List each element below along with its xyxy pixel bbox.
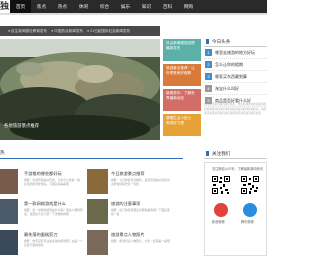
article-summary: 摘要：今日旅游景点推荐，最近有很多好玩的景点非常值得去玩一玩的 [111, 178, 170, 187]
article-summary: 摘要：旅游景点人物照片，大家一起来看一看吧 [111, 239, 170, 243]
thumb-card[interactable]: 健康生活小贴士： 养成好习惯 [163, 114, 201, 136]
site-logo[interactable]: 独 [0, 0, 10, 13]
news-item[interactable]: 2 怎么让你的假期 [204, 59, 267, 71]
article-thumb [0, 230, 18, 255]
rank-badge: 2 [205, 61, 212, 68]
article-thumb [87, 230, 108, 255]
nav-item-entertainment[interactable]: 娱乐 [115, 0, 136, 13]
nav-item-focus[interactable]: 焦点 [31, 0, 52, 13]
breadcrumb: ● 民生新闻报社教育发布 ● 中国热点新闻发布 ● 21日起国际社会新闻发布 [0, 26, 160, 36]
article-card[interactable]: 今日旅游景点推荐 摘要：今日旅游景点推荐，最近有很多好玩的景点非常值得去玩一玩的 [87, 169, 173, 197]
weibo-icon[interactable] [214, 203, 228, 217]
hero-title[interactable]: 各地旅游景点推荐 [4, 123, 39, 129]
article-card[interactable]: 手游推的哪些都好玩 摘要：手游有很多好玩的，大家可以去看一看，好玩的游戏非常多，… [0, 169, 86, 197]
section-mark [206, 39, 209, 44]
qr-code-icon [240, 175, 260, 195]
follow-text: 关注微信公众号，了解最新新闻资讯 [212, 167, 263, 171]
nav-item-hot[interactable]: 热点 [52, 0, 73, 13]
article-title[interactable]: 今日旅游景点推荐 [111, 171, 145, 177]
weibo-label[interactable]: 新浪微博 [212, 219, 225, 224]
side-thumbnails: 热点新闻精彩回顾 最新发布 旅游景点推荐：让 你享受美好假期 新闻资讯：了解世 … [163, 39, 201, 139]
article-summary: 摘要：你有没有玩过最失落的游戏呢？这是一个比较不错的游戏 [24, 239, 83, 248]
news-item-text: 怎么让你的假期 [215, 61, 243, 67]
thumb-card[interactable]: 旅游景点推荐：让 你享受美好假期 [163, 64, 201, 86]
header-divider [0, 13, 267, 15]
news-title-text: 今日头条 [212, 39, 231, 44]
nav-item-shopping[interactable]: 网购 [178, 0, 199, 13]
hero-image[interactable]: 各地旅游景点推荐 [0, 39, 160, 140]
rank-badge: 4 [205, 85, 212, 92]
qq-weibo-label[interactable]: 腾讯微博 [241, 219, 254, 224]
article-card[interactable]: 旅游景点人物照片 摘要：旅游景点人物照片，大家一起来看一看吧 [87, 230, 173, 258]
article-summary: 摘要：手游有很多好玩的，大家可以去看一看，好玩的游戏非常多，下面就来看看吧 [24, 178, 83, 187]
nav-item-home[interactable]: 首页 [10, 0, 31, 13]
section-divider [0, 158, 183, 159]
news-item[interactable]: 3 哪家买东西最划算 [204, 71, 267, 83]
tencent-weibo-icon[interactable] [243, 203, 257, 217]
main-nav: 首页 焦点 热点 休闲 综合 娱乐 知识 百科 网购 [10, 0, 267, 13]
article-title[interactable]: 旅游的注意事项 [111, 201, 140, 207]
article-card[interactable]: 旅游的注意事项 摘要：出门旅游需要注意哪些事情呢？下面就来看一看 [87, 199, 173, 227]
news-item[interactable]: 1 哪里去旅游的地方好玩 [204, 47, 267, 59]
section-mark [206, 151, 209, 156]
news-item-text: 哪里去旅游的地方好玩 [215, 49, 255, 55]
qr-code-icon [211, 175, 231, 195]
follow-title: 关注我们 [204, 149, 267, 159]
nav-item-knowledge[interactable]: 知识 [136, 0, 157, 13]
article-thumb [87, 199, 108, 224]
nav-item-leisure[interactable]: 休闲 [73, 0, 94, 13]
thumb-card[interactable]: 热点新闻精彩回顾 最新发布 [163, 39, 201, 61]
news-summary: 新闻资讯资讯资讯资讯资讯，热点新闻新闻新闻新闻新闻新闻新闻新闻新闻新闻新闻新闻新… [204, 103, 267, 115]
rank-badge: 3 [205, 73, 212, 80]
breadcrumb-item[interactable]: ● 中国热点新闻发布 [51, 26, 83, 36]
rank-badge: 1 [205, 49, 212, 56]
breadcrumb-item[interactable]: ● 21日起国际社会新闻发布 [87, 26, 130, 36]
article-title[interactable]: 第一款网络游戏是什么 [24, 201, 66, 207]
nav-item-general[interactable]: 综合 [94, 0, 115, 13]
news-item[interactable]: 4 淘宝什么叫好 [204, 83, 267, 95]
news-item-text: 淘宝什么叫好 [215, 85, 239, 91]
section-title: 热 [0, 150, 5, 155]
news-title: 今日头条 [204, 37, 267, 47]
nav-item-encyclopedia[interactable]: 百科 [157, 0, 178, 13]
article-thumb [0, 199, 18, 224]
article-thumb [87, 169, 108, 194]
breadcrumb-item[interactable]: ● 民生新闻报社教育发布 [8, 26, 47, 36]
thumb-card[interactable]: 新闻资讯：了解世 界最新动态 [163, 89, 201, 111]
article-title[interactable]: 最失落的蛋糕剪刀 [24, 232, 58, 238]
article-thumb [0, 169, 18, 194]
article-card[interactable]: 最失落的蛋糕剪刀 摘要：你有没有玩过最失落的游戏呢？这是一个比较不错的游戏 [0, 230, 86, 258]
article-title[interactable]: 手游推的哪些都好玩 [24, 171, 62, 177]
follow-title-text: 关注我们 [212, 151, 231, 156]
follow-us: 关注我们 关注微信公众号，了解最新新闻资讯 新浪微博 腾讯微博 [204, 149, 267, 256]
article-summary: 摘要：第一款网络游戏是什么呢？很多人都想知道，这里给大家介绍一下详细内容吧 [24, 208, 83, 217]
follow-box: 关注微信公众号，了解最新新闻资讯 新浪微博 腾讯微博 [204, 162, 267, 256]
headline-news: 今日头条 1 哪里去旅游的地方好玩 2 怎么让你的假期 3 哪家买东西最划算 4 淘宝什… [204, 37, 267, 107]
article-summary: 摘要：出门旅游需要注意哪些事情呢？下面就来看一看 [111, 208, 170, 217]
news-item-text: 哪家买东西最划算 [215, 73, 247, 79]
article-card[interactable]: 第一款网络游戏是什么 摘要：第一款网络游戏是什么呢？很多人都想知道，这里给大家介… [0, 199, 86, 227]
article-title[interactable]: 旅游景点人物照片 [111, 232, 145, 238]
